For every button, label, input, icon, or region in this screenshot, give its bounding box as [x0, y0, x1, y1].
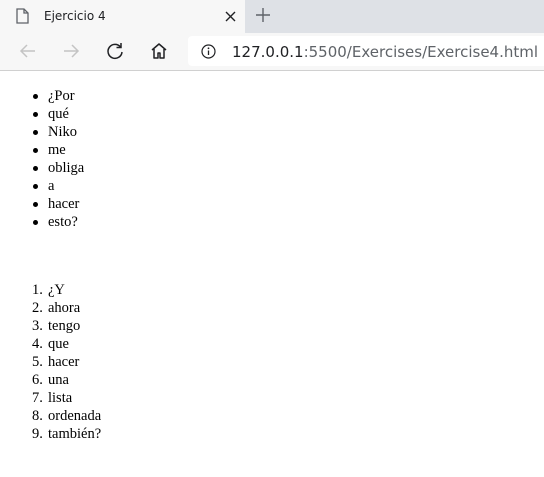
- bullet-icon: [33, 130, 38, 135]
- bullet-icon: [33, 166, 38, 171]
- list-item-text: hacer: [48, 354, 80, 370]
- bullet-icon: [33, 202, 38, 207]
- page-content: ¿Por qué Niko me obliga a hacer esto? 1. ¿Y 2. aho…: [0, 71, 544, 477]
- list-item: 6. una: [32, 371, 101, 389]
- list-item-text: una: [48, 372, 69, 388]
- list-item-text: qué: [48, 106, 69, 122]
- home-icon[interactable]: [149, 41, 169, 61]
- unordered-list: ¿Por qué Niko me obliga a hacer esto?: [32, 87, 84, 231]
- reload-icon[interactable]: [105, 41, 125, 61]
- list-item: 5. hacer: [32, 353, 101, 371]
- list-item: qué: [32, 105, 84, 123]
- bullet-icon: [33, 112, 38, 117]
- list-item-text: ¿Por: [48, 88, 75, 104]
- back-arrow-icon[interactable]: [18, 41, 38, 61]
- new-tab-icon[interactable]: [255, 7, 271, 23]
- list-item-text: ahora: [48, 300, 81, 316]
- list-item-text: lista: [48, 390, 73, 406]
- list-item-text: también?: [48, 426, 102, 442]
- close-tab-icon[interactable]: [224, 10, 237, 23]
- list-item: 9. también?: [32, 425, 101, 443]
- url-path: :5500/Exercises/Exercise4.html: [303, 43, 539, 61]
- list-item-number: 2.: [32, 300, 43, 316]
- bullet-icon: [33, 184, 38, 189]
- list-item-text: a: [48, 178, 55, 194]
- list-item-number: 6.: [32, 372, 43, 388]
- list-item-number: 1.: [32, 282, 43, 298]
- list-item: 7. lista: [32, 389, 101, 407]
- browser-toolbar: 127.0.0.1:5500/Exercises/Exercise4.html: [0, 33, 544, 71]
- list-item: a: [32, 177, 84, 195]
- list-item-number: 7.: [32, 390, 43, 406]
- list-item: esto?: [32, 213, 84, 231]
- list-item: 1. ¿Y: [32, 281, 101, 299]
- url-host: 127.0.0.1: [232, 43, 304, 61]
- list-item-text: me: [48, 142, 66, 158]
- bullet-icon: [33, 220, 38, 225]
- address-bar[interactable]: 127.0.0.1:5500/Exercises/Exercise4.html: [188, 36, 544, 66]
- forward-arrow-icon[interactable]: [61, 41, 81, 61]
- list-item: me: [32, 141, 84, 159]
- list-item-number: 3.: [32, 318, 43, 334]
- list-item-text: esto?: [48, 214, 78, 230]
- url-text: 127.0.0.1:5500/Exercises/Exercise4.html: [232, 43, 538, 61]
- list-item-text: ordenada: [48, 408, 102, 424]
- tab-title: Ejercicio 4: [44, 9, 106, 23]
- list-item-text: Niko: [48, 124, 77, 140]
- list-item: ¿Por: [32, 87, 84, 105]
- list-item-number: 8.: [32, 408, 43, 424]
- list-item: 4. que: [32, 335, 101, 353]
- list-item-text: ¿Y: [48, 282, 65, 298]
- list-item-text: tengo: [48, 318, 81, 334]
- list-item-number: 4.: [32, 336, 43, 352]
- list-item: obliga: [32, 159, 84, 177]
- ordered-list: 1. ¿Y 2. ahora 3. tengo 4. que 5. hacer 6. una 7. lis…: [32, 281, 101, 443]
- list-item-text: obliga: [48, 160, 85, 176]
- list-item: 2. ahora: [32, 299, 101, 317]
- page-icon: [16, 8, 29, 24]
- bullet-icon: [33, 148, 38, 153]
- list-item-text: hacer: [48, 196, 80, 212]
- list-item-number: 9.: [32, 426, 43, 442]
- tab-strip: Ejercicio 4: [0, 0, 544, 33]
- list-item: hacer: [32, 195, 84, 213]
- list-item-text: que: [48, 336, 69, 352]
- list-item: 3. tengo: [32, 317, 101, 335]
- list-item: 8. ordenada: [32, 407, 101, 425]
- bullet-icon: [33, 94, 38, 99]
- site-info-icon[interactable]: [201, 44, 216, 59]
- list-item: Niko: [32, 123, 84, 141]
- browser-tab-active[interactable]: Ejercicio 4: [0, 0, 245, 33]
- list-item-number: 5.: [32, 354, 43, 370]
